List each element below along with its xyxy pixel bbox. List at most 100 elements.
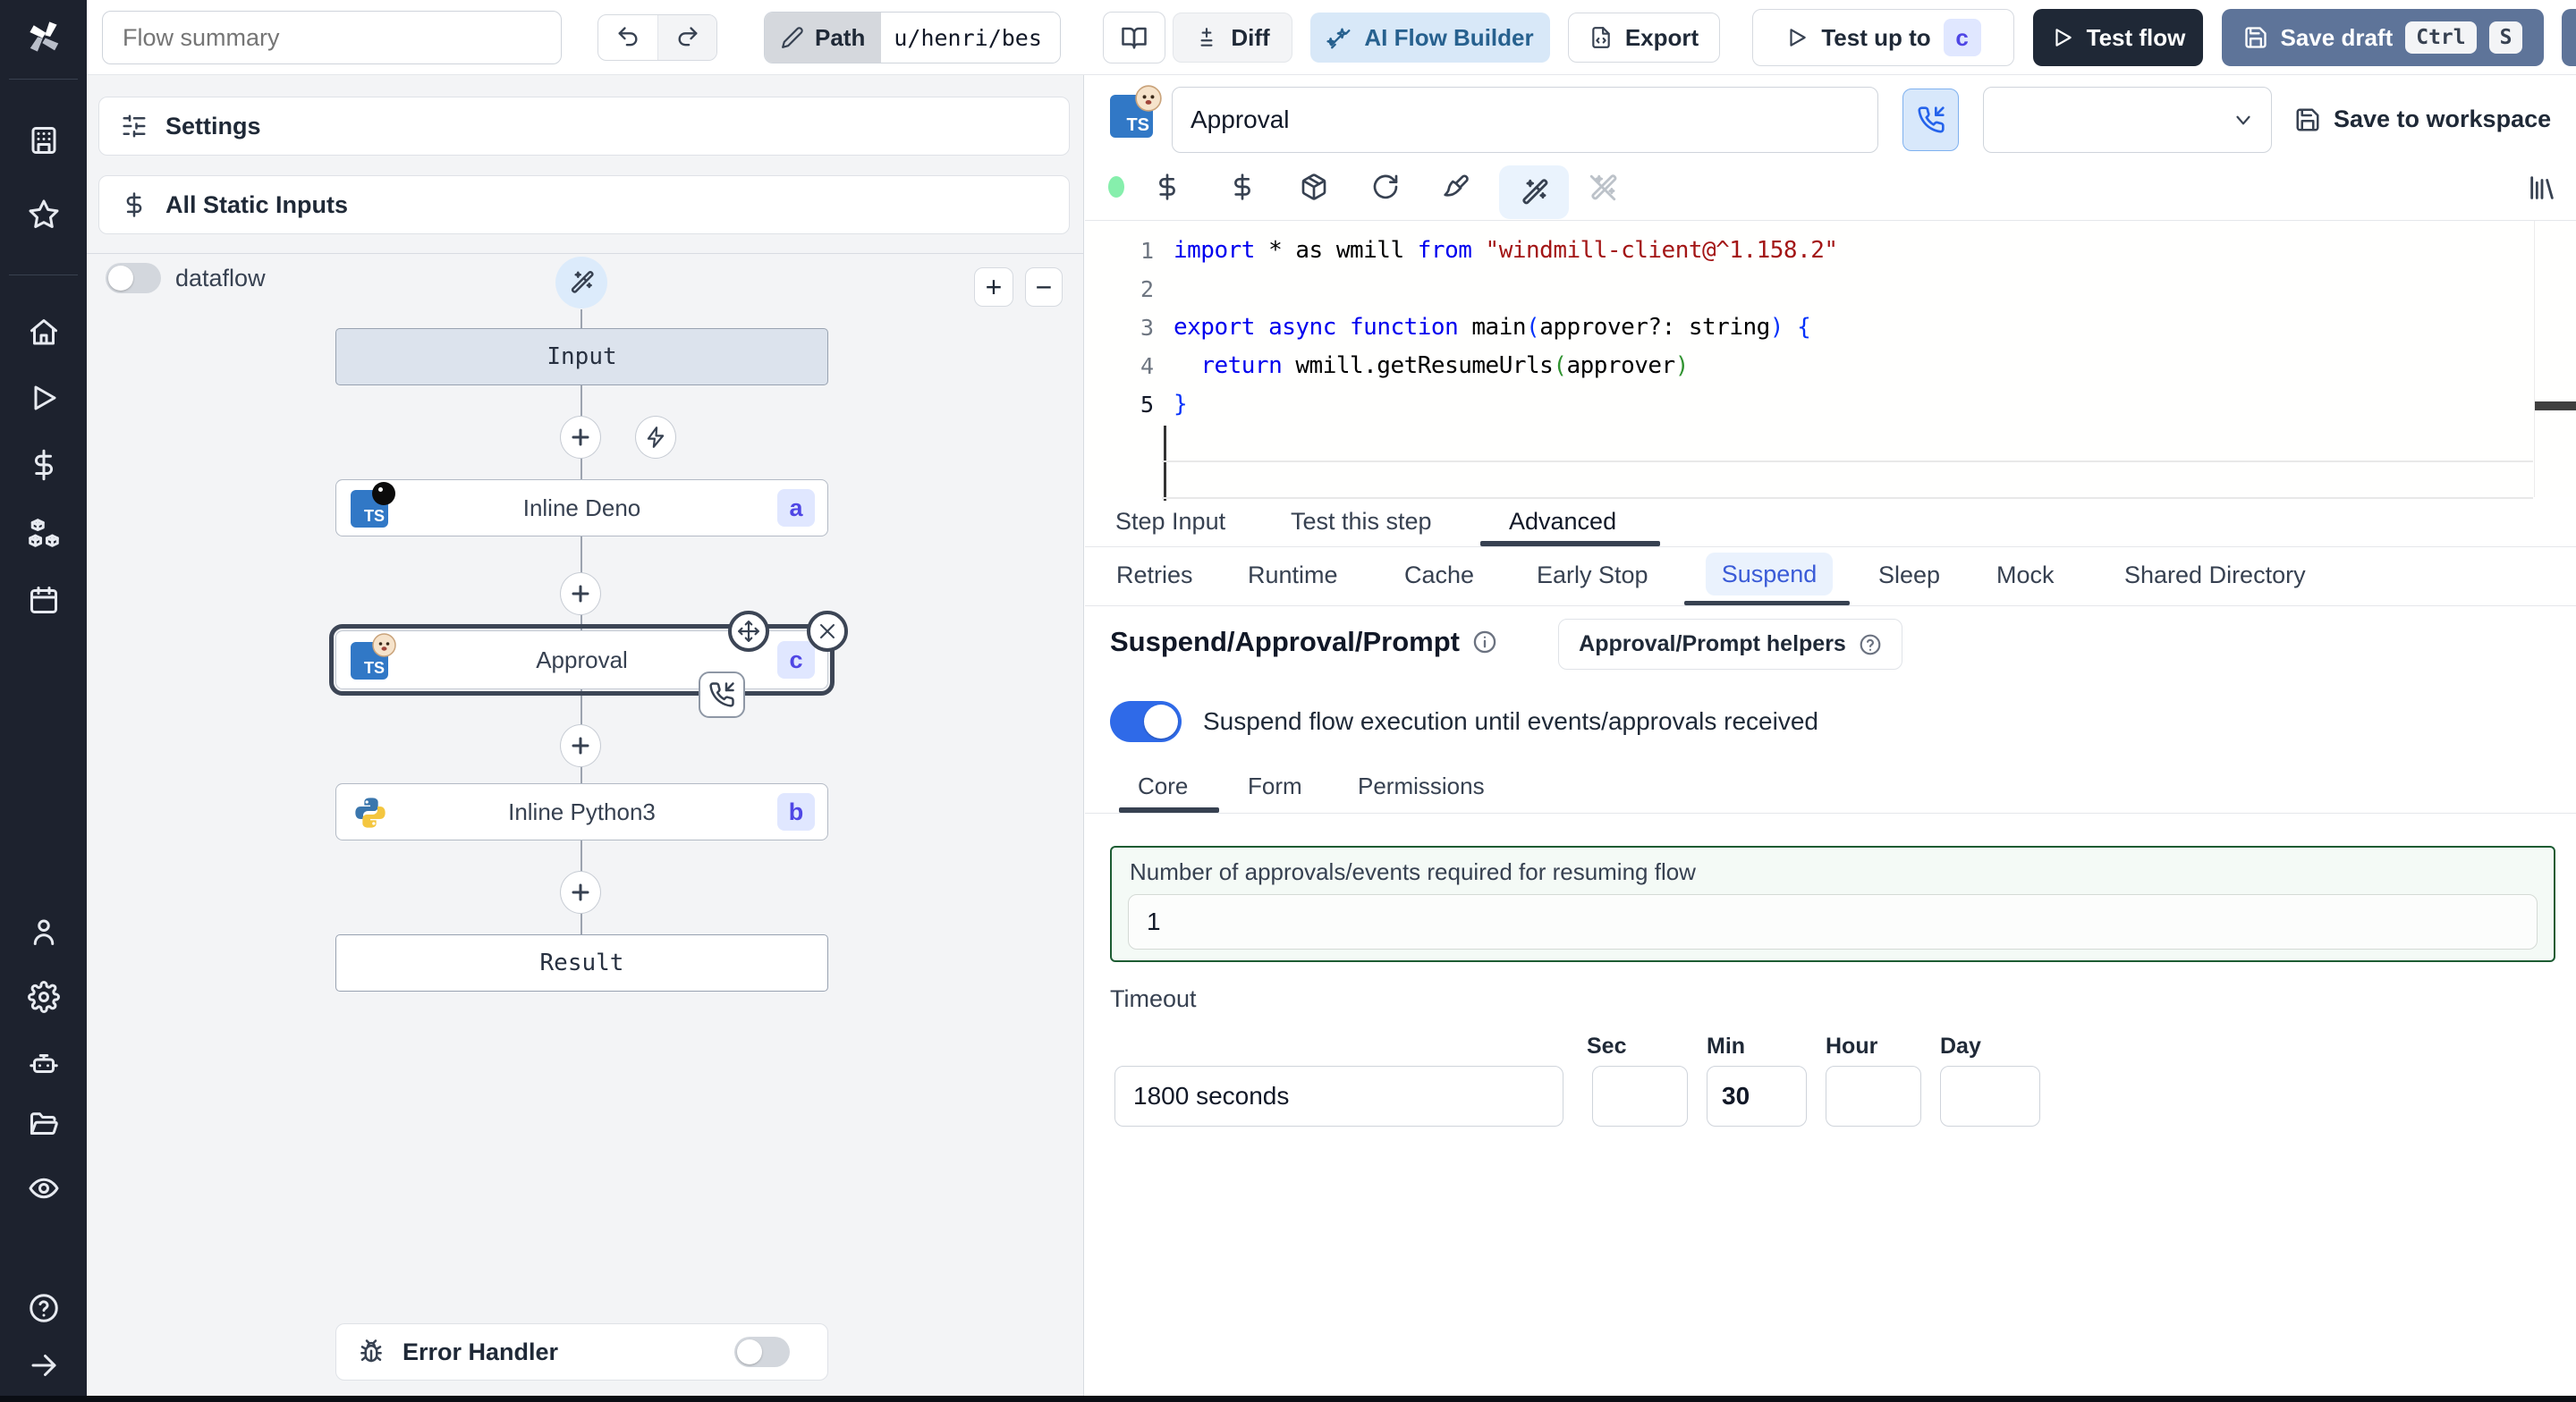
timeout-sec-input[interactable] <box>1592 1066 1688 1127</box>
tab-step-input[interactable]: Step Input <box>1115 508 1225 536</box>
timeout-input[interactable] <box>1114 1066 1563 1127</box>
test-up-to-button[interactable]: Test up to c <box>1752 9 2014 66</box>
help-icon[interactable] <box>28 1292 60 1324</box>
step-node-label: Inline Python3 <box>508 798 656 825</box>
tab-form[interactable]: Form <box>1248 773 1302 800</box>
timeout-hour-input[interactable] <box>1826 1066 1921 1127</box>
ai-assist-button-active[interactable] <box>1499 165 1569 219</box>
variables-icon[interactable] <box>28 449 60 481</box>
code-line: export async function main(approver?: st… <box>1174 314 1811 341</box>
add-step-button[interactable] <box>560 416 601 459</box>
folders-icon[interactable] <box>28 1108 60 1140</box>
window-bottom-edge <box>0 1396 2576 1402</box>
input-node[interactable]: Input <box>335 328 828 385</box>
add-step-button[interactable] <box>560 572 601 615</box>
add-trigger-button[interactable] <box>635 416 676 459</box>
undo-button[interactable] <box>598 15 657 60</box>
template-select[interactable] <box>1983 87 2272 153</box>
tab-early-stop[interactable]: Early Stop <box>1537 562 1648 589</box>
library-icon <box>2530 176 2554 199</box>
save-draft-button[interactable]: Save draft Ctrl S <box>2222 9 2544 66</box>
runs-icon[interactable] <box>28 382 60 414</box>
path-control[interactable]: Path u/henri/bes <box>764 12 1061 63</box>
path-label: Path <box>815 23 866 51</box>
redo-button[interactable] <box>657 15 716 60</box>
timeout-day-input[interactable] <box>1940 1066 2040 1127</box>
settings-gear-icon[interactable] <box>27 981 60 1013</box>
export-button[interactable]: Export <box>1568 13 1720 63</box>
add-step-button[interactable] <box>560 724 601 767</box>
approvals-required-label: Number of approvals/events required for … <box>1130 858 1696 885</box>
add-step-button[interactable] <box>560 871 601 914</box>
home-icon[interactable] <box>28 317 60 349</box>
tab-shared-directory[interactable]: Shared Directory <box>2124 562 2306 589</box>
save-to-workspace-button[interactable]: Save to workspace <box>2294 106 2551 133</box>
flow-summary-input[interactable] <box>102 11 562 64</box>
tab-mock[interactable]: Mock <box>1996 562 2055 589</box>
help-circle-icon <box>1860 634 1881 655</box>
dependencies-button[interactable] <box>1300 173 1328 201</box>
tab-test-this-step[interactable]: Test this step <box>1291 508 1432 536</box>
zoom-out-button[interactable]: − <box>1025 267 1063 307</box>
kbd-s: S <box>2488 21 2523 54</box>
step-node-inline-deno[interactable]: TS Inline Deno a <box>335 479 828 536</box>
delete-step-button[interactable] <box>807 611 848 652</box>
zoom-in-button[interactable]: + <box>974 267 1013 307</box>
docs-book-button[interactable] <box>1103 12 1165 63</box>
ai-flow-builder-label: AI Flow Builder <box>1364 23 1534 51</box>
expand-arrow-icon[interactable] <box>28 1349 60 1381</box>
assets-button[interactable] <box>1153 173 1182 201</box>
favorites-star-icon[interactable] <box>28 198 60 231</box>
resources-icon[interactable] <box>28 517 60 549</box>
windmill-logo-icon[interactable] <box>21 14 66 59</box>
test-flow-button[interactable]: Test flow <box>2033 9 2203 66</box>
step-name-input[interactable] <box>1172 87 1878 153</box>
edge <box>580 840 582 872</box>
audit-eye-icon[interactable] <box>28 1172 60 1204</box>
library-panel-button[interactable] <box>2527 173 2557 203</box>
suspend-title: Suspend/Approval/Prompt <box>1110 626 1460 657</box>
workspace-icon[interactable] <box>28 124 60 156</box>
graph-divider <box>87 253 1083 254</box>
code-editor[interactable]: 1 2 3 4 5 import * as wmill from "windmill-c… <box>1085 220 2576 501</box>
tab-cache[interactable]: Cache <box>1404 562 1474 589</box>
tab-permissions[interactable]: Permissions <box>1358 773 1485 800</box>
info-icon[interactable] <box>1472 629 1497 655</box>
reload-button[interactable] <box>1371 173 1400 201</box>
wand-sparkles-icon <box>1522 179 1548 205</box>
tab-core-active[interactable]: Core <box>1138 773 1188 800</box>
diff-button[interactable]: Diff <box>1173 13 1292 63</box>
tab-runtime[interactable]: Runtime <box>1248 562 1338 589</box>
timeout-min-input[interactable] <box>1707 1066 1807 1127</box>
book-open-icon <box>1122 27 1147 49</box>
all-static-inputs-button[interactable]: All Static Inputs <box>98 175 1070 234</box>
deploy-button-partial[interactable] <box>2562 9 2576 66</box>
approval-prompt-helpers-button[interactable]: Approval/Prompt helpers <box>1558 619 1902 670</box>
dataflow-toggle[interactable] <box>106 263 161 293</box>
tab-retries[interactable]: Retries <box>1116 562 1193 589</box>
flow-settings-button[interactable]: Settings <box>98 97 1070 156</box>
approvals-required-input[interactable] <box>1128 894 2538 950</box>
suspend-phone-button[interactable] <box>1902 89 1959 151</box>
users-icon[interactable] <box>28 916 60 948</box>
error-handler-toggle[interactable] <box>734 1337 790 1367</box>
undo-redo-group <box>597 14 717 61</box>
tab-advanced-active[interactable]: Advanced <box>1509 508 1616 536</box>
ai-disabled-button[interactable] <box>1588 173 1618 203</box>
deno-icon <box>372 482 395 505</box>
format-button[interactable] <box>1443 173 1471 201</box>
error-handler-card[interactable]: Error Handler <box>335 1323 828 1381</box>
workers-robot-icon[interactable] <box>28 1046 60 1078</box>
graph-ai-wand-button[interactable] <box>555 257 607 308</box>
ai-flow-builder-button[interactable]: AI Flow Builder <box>1310 13 1550 63</box>
schedules-icon[interactable] <box>28 584 60 616</box>
variables-button[interactable] <box>1228 173 1257 201</box>
tab-suspend-active[interactable]: Suspend <box>1706 553 1833 595</box>
code-line: } <box>1174 391 1188 418</box>
move-step-button[interactable] <box>728 611 769 652</box>
step-node-inline-python3[interactable]: Inline Python3 b <box>335 783 828 840</box>
suspend-toggle-on[interactable] <box>1110 701 1182 742</box>
line-number: 1 <box>1140 238 1154 264</box>
tab-sleep[interactable]: Sleep <box>1878 562 1940 589</box>
result-node[interactable]: Result <box>335 934 828 992</box>
